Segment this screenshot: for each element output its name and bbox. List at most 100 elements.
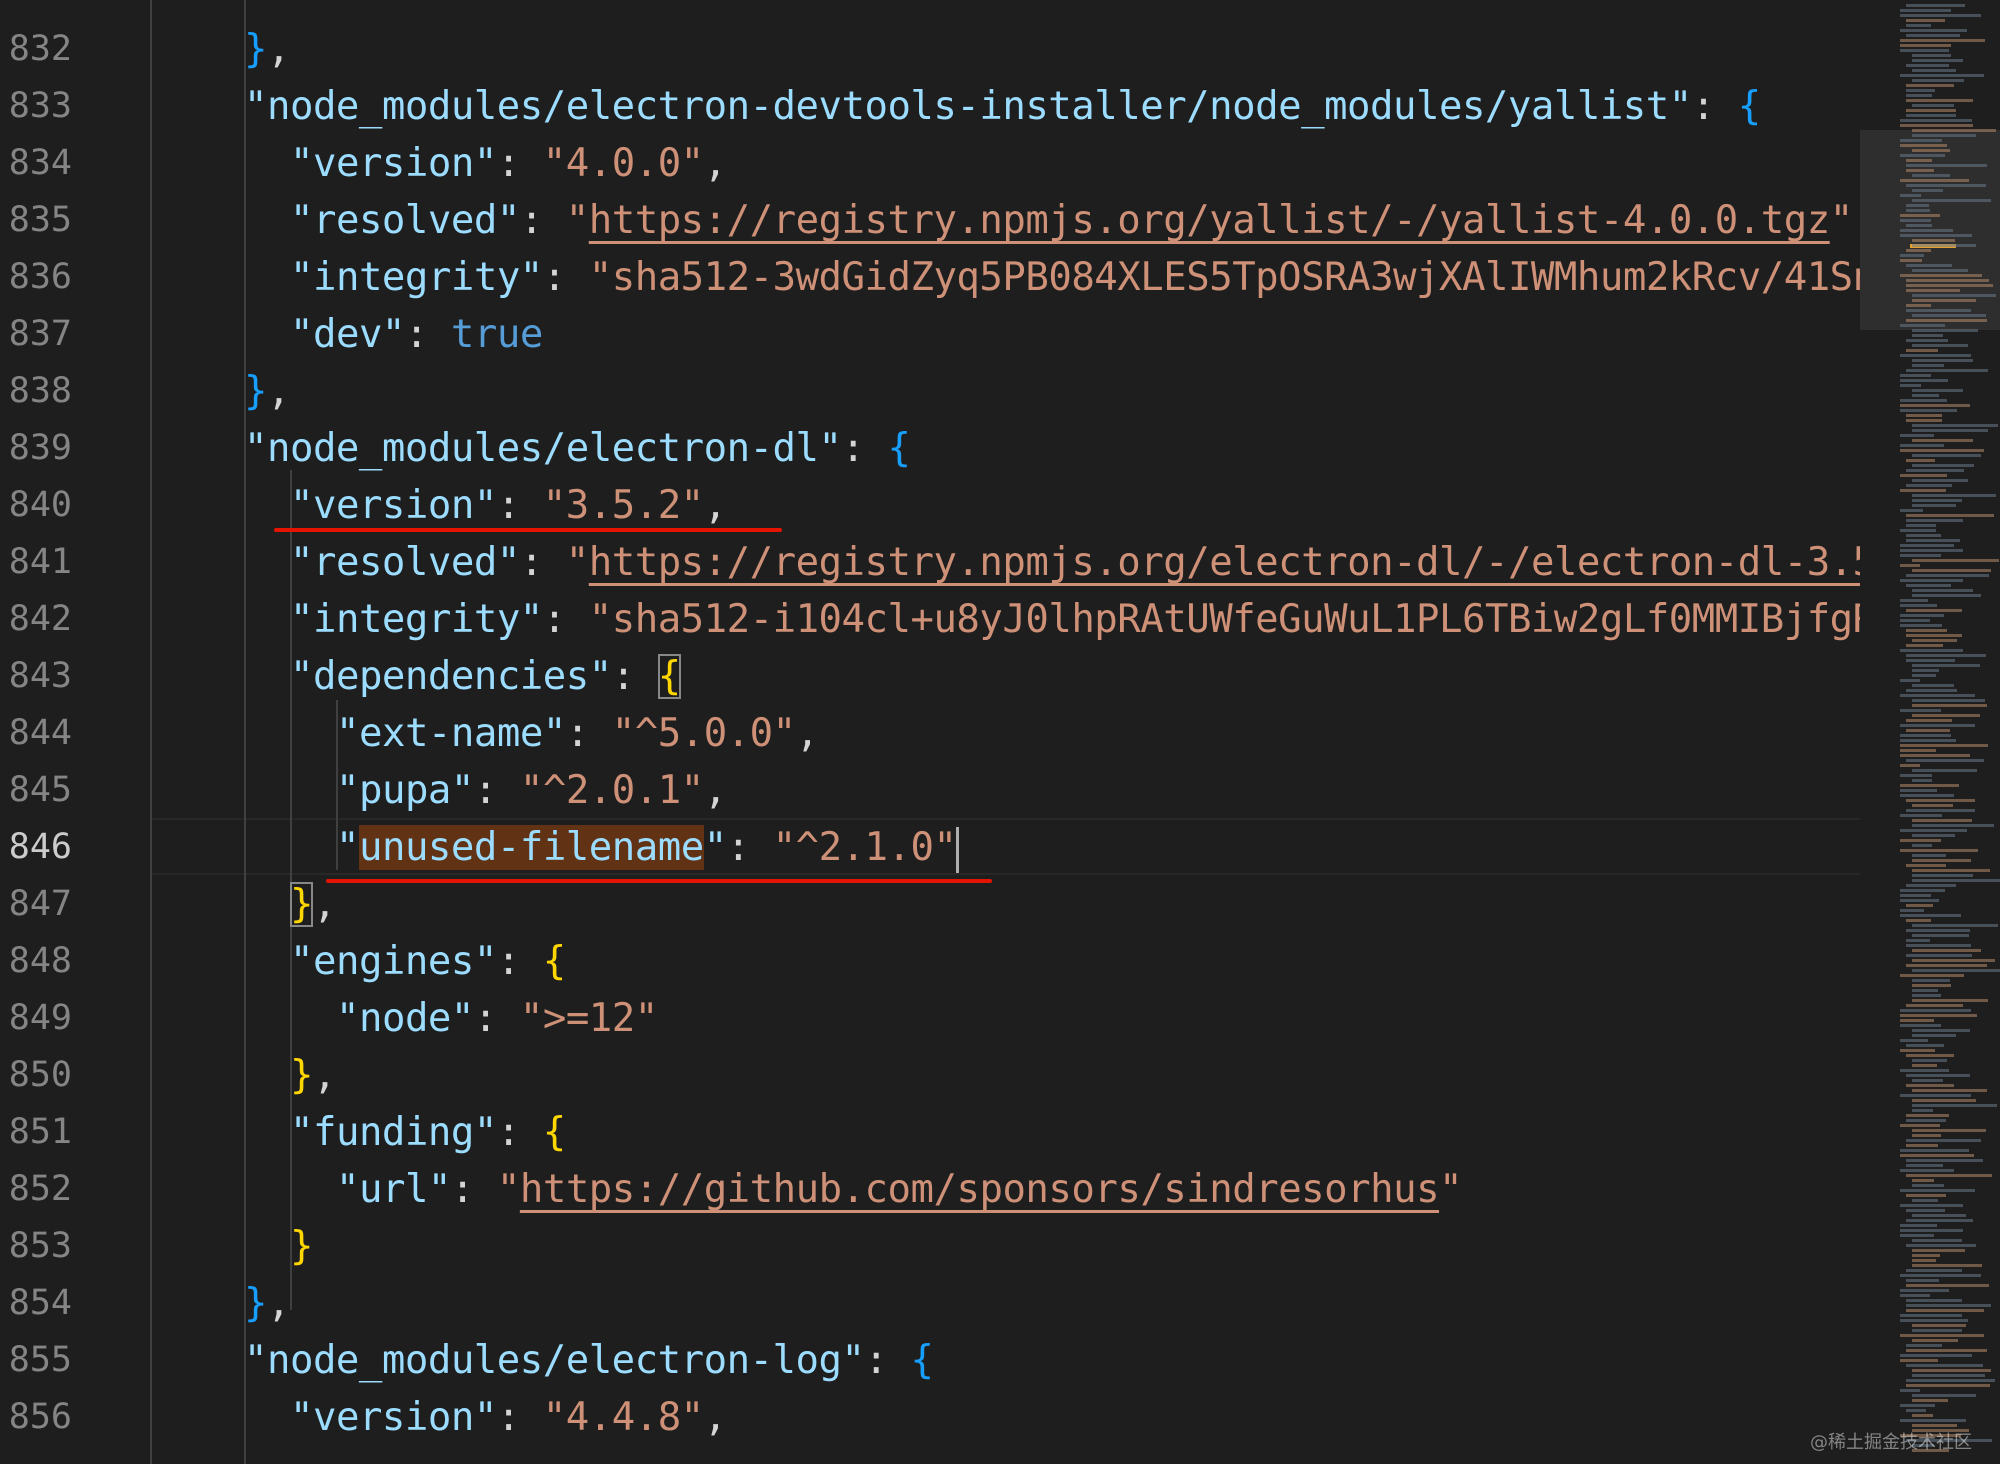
- code-line[interactable]: 850},: [0, 1047, 1860, 1104]
- minimap-line: [1912, 494, 1996, 497]
- code-line[interactable]: 844 "ext-name": "^5.0.0",: [0, 705, 1860, 762]
- json-string: ">=12": [519, 996, 658, 1041]
- minimap-line: [1906, 954, 1972, 957]
- code-line[interactable]: 852 "url": "https://github.com/sponsors/s…: [0, 1161, 1860, 1218]
- code-line[interactable]: 851 "funding": {: [0, 1104, 1860, 1161]
- minimap-line: [1906, 1044, 1944, 1047]
- minimap-line: [1912, 879, 2000, 882]
- code-line[interactable]: 853}: [0, 1218, 1860, 1275]
- minimap-line: [1906, 904, 1933, 907]
- minimap-line: [1900, 529, 1936, 532]
- punctuation: :: [726, 825, 773, 870]
- json-key: ": [336, 825, 359, 870]
- minimap-line: [1912, 699, 1985, 702]
- line-number: 841: [8, 542, 72, 582]
- code-line[interactable]: 833 "node_modules/electron-devtools-insta…: [0, 78, 1860, 135]
- code-line[interactable]: 845 "pupa": "^2.0.1",: [0, 762, 1860, 819]
- minimap-line: [1900, 354, 1971, 357]
- line-number: 835: [8, 200, 72, 240]
- url-link[interactable]: https://github.com/sponsors/sindresorhus: [520, 1167, 1440, 1212]
- minimap-line: [1906, 919, 1931, 922]
- code-line[interactable]: 849 "node": ">=12": [0, 990, 1860, 1047]
- json-key: ": [703, 825, 727, 870]
- code-line[interactable]: 832},: [0, 21, 1860, 78]
- minimap-line: [1906, 1384, 1990, 1387]
- code-line[interactable]: 840 "version": "3.5.2",: [0, 477, 1860, 534]
- code-line[interactable]: 855 "node_modules/electron-log": {: [0, 1332, 1860, 1389]
- code-text: "node_modules/electron-dl": {: [244, 420, 911, 477]
- minimap-line: [1912, 874, 1973, 877]
- minimap-line: [1912, 134, 1976, 137]
- minimap-line: [1906, 1164, 1943, 1167]
- code-line[interactable]: 841 "resolved": "https://registry.npmjs.o…: [0, 534, 1860, 591]
- code-line[interactable]: 856 "version": "4.4.8",: [0, 1389, 1860, 1446]
- minimap-line: [1900, 599, 1928, 602]
- minimap-line: [1906, 584, 1951, 587]
- minimap-line: [1906, 1194, 1946, 1197]
- minimap-line: [1912, 269, 1968, 272]
- punctuation: ,: [795, 711, 819, 756]
- minimap-line: [1906, 799, 1975, 802]
- code-line[interactable]: 847},: [0, 876, 1860, 933]
- code-line[interactable]: 842 "integrity": "sha512-i104cl+u8yJ0lhpR…: [0, 591, 1860, 648]
- minimap-line: [1912, 844, 1932, 847]
- code-editor[interactable]: 832}, 833 "node_modules/electron-devtools-…: [0, 0, 1860, 1464]
- code-text: "pupa": "^2.0.1",: [336, 762, 727, 819]
- minimap-line: [1900, 29, 1967, 32]
- code-text: },: [244, 21, 290, 78]
- minimap-line: [1912, 1059, 1947, 1062]
- line-number: 851: [8, 1112, 72, 1152]
- json-key: "node_modules/electron-log": [244, 1338, 865, 1383]
- code-line[interactable]: 846 "unused-filename": "^2.1.0": [0, 819, 1860, 876]
- line-number: 850: [8, 1055, 72, 1095]
- minimap-line: [1906, 929, 1970, 932]
- minimap-line: [1912, 594, 1981, 597]
- code-line[interactable]: 854},: [0, 1275, 1860, 1332]
- code-line[interactable]: 848 "engines": {: [0, 933, 1860, 990]
- minimap-line: [1912, 149, 1950, 152]
- code-line[interactable]: 834 "version": "4.0.0",: [0, 135, 1860, 192]
- minimap-line: [1900, 889, 1945, 892]
- minimap-line: [1912, 299, 1976, 302]
- bracket: }: [290, 1224, 313, 1269]
- minimap[interactable]: [1860, 0, 2000, 1464]
- minimap-line: [1906, 964, 1987, 967]
- punctuation: :: [450, 1167, 497, 1212]
- minimap-line: [1912, 1089, 1987, 1092]
- line-number: 833: [8, 86, 72, 126]
- code-text: },: [244, 363, 290, 420]
- minimap-line: [1912, 314, 1986, 317]
- url-link[interactable]: https://registry.npmjs.org/electron-dl/-…: [589, 540, 1860, 585]
- minimap-line: [1912, 54, 1951, 57]
- minimap-line: [1900, 434, 1934, 437]
- minimap-line: [1900, 474, 1947, 477]
- minimap-line: [1900, 1049, 1935, 1052]
- code-text: "dev": true: [290, 306, 543, 363]
- minimap-line: [1906, 1304, 1991, 1307]
- line-number: 834: [8, 143, 72, 183]
- minimap-line: [1912, 559, 1999, 562]
- minimap-line: [1900, 649, 1963, 652]
- minimap-line: [1900, 544, 1954, 547]
- code-line[interactable]: 843 "dependencies": {: [0, 648, 1860, 705]
- minimap-line: [1900, 124, 1973, 127]
- json-key: "url": [336, 1167, 451, 1212]
- minimap-line: [1900, 1274, 1981, 1277]
- code-text: "funding": {: [290, 1104, 566, 1161]
- minimap-line: [1906, 884, 1956, 887]
- code-line[interactable]: 837 "dev": true: [0, 306, 1860, 363]
- url-link[interactable]: https://registry.npmjs.org/yallist/-/yal…: [589, 198, 1830, 243]
- minimap-line: [1900, 899, 1939, 902]
- minimap-line: [1906, 759, 1984, 762]
- minimap-line: [1906, 249, 1931, 252]
- code-line[interactable]: 836 "integrity": "sha512-3wdGidZyq5PB084X…: [0, 249, 1860, 306]
- code-text: "resolved": "https://registry.npmjs.org/…: [290, 192, 1860, 249]
- bracket: {: [542, 939, 566, 984]
- minimap-line: [1900, 1024, 1941, 1027]
- code-line[interactable]: 838},: [0, 363, 1860, 420]
- code-line[interactable]: 839 "node_modules/electron-dl": {: [0, 420, 1860, 477]
- minimap-line: [1912, 704, 1987, 707]
- code-line[interactable]: 835 "resolved": "https://registry.npmjs.o…: [0, 192, 1860, 249]
- minimap-line: [1906, 1364, 1983, 1367]
- minimap-line: [1900, 774, 1932, 777]
